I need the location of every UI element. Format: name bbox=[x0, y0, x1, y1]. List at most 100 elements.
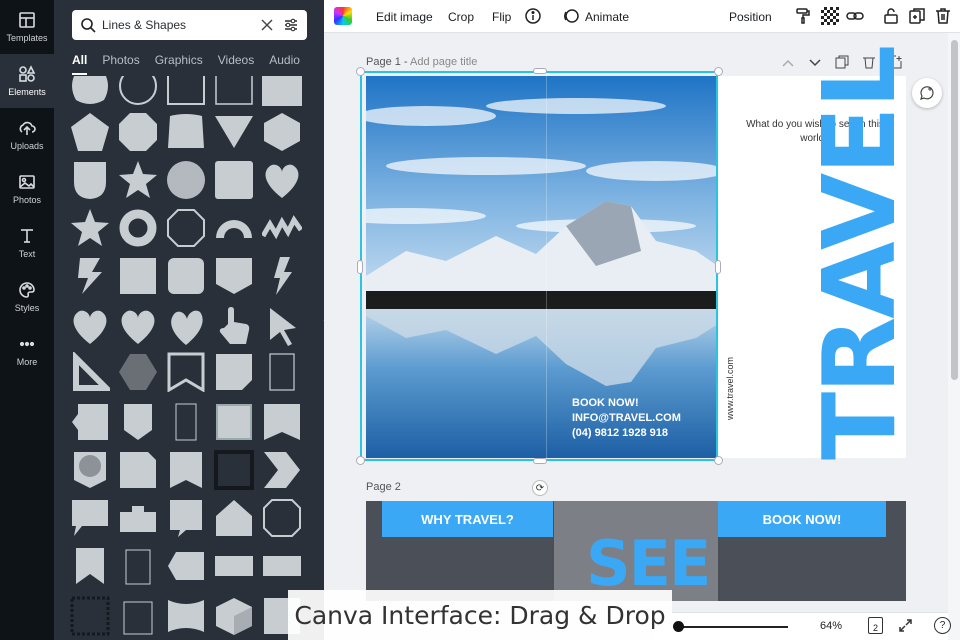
zoom-level[interactable]: 64% bbox=[820, 620, 842, 632]
fullscreen-icon[interactable] bbox=[898, 618, 913, 633]
edit-image-button[interactable]: Edit image bbox=[376, 0, 433, 33]
animate-button[interactable]: Animate bbox=[585, 0, 629, 33]
pentagon-tall-shape[interactable] bbox=[118, 402, 158, 442]
hexagon-shape[interactable] bbox=[262, 112, 302, 152]
bolt-shape[interactable] bbox=[262, 256, 302, 296]
triangle-outline-shape[interactable] bbox=[70, 350, 114, 392]
add-page-title[interactable]: Add page title bbox=[410, 56, 477, 68]
hex-dark-shape[interactable] bbox=[118, 352, 158, 392]
book-now-banner[interactable]: BOOK NOW! bbox=[718, 501, 886, 537]
lock-icon[interactable] bbox=[882, 7, 900, 25]
wavy-square-shape[interactable] bbox=[166, 256, 206, 296]
tab-videos[interactable]: Videos bbox=[218, 53, 254, 75]
rail-item-more[interactable]: More bbox=[0, 324, 54, 378]
rail-item-styles[interactable]: Styles bbox=[0, 270, 54, 324]
url-text[interactable]: www.travel.com bbox=[725, 340, 735, 420]
tag-shape[interactable] bbox=[214, 256, 254, 296]
resize-handle-bottom[interactable] bbox=[533, 458, 547, 464]
rounded-square-shape[interactable] bbox=[166, 112, 206, 152]
square-shape[interactable] bbox=[262, 76, 302, 106]
rect-outline-shape[interactable] bbox=[262, 352, 302, 392]
octagon-outline-shape[interactable] bbox=[166, 208, 206, 248]
heart-shape[interactable] bbox=[262, 160, 302, 200]
ornate-frame-shape[interactable] bbox=[214, 402, 254, 442]
note-shape[interactable] bbox=[214, 352, 254, 392]
travel-headline[interactable]: TRAVEL bbox=[801, 47, 918, 460]
speech-bubble-shape[interactable] bbox=[70, 498, 110, 538]
cursor-arrow-shape[interactable] bbox=[262, 306, 302, 346]
zoom-slider-knob[interactable] bbox=[673, 621, 684, 632]
zigzag-shape[interactable] bbox=[260, 208, 304, 248]
resize-handle-bl[interactable] bbox=[356, 456, 365, 465]
pennant-shape[interactable] bbox=[166, 450, 206, 490]
pentagon-shape[interactable] bbox=[70, 112, 110, 152]
striped-circle-shape[interactable] bbox=[166, 160, 206, 200]
scrollbar-thumb[interactable] bbox=[951, 40, 958, 380]
tab-shape[interactable] bbox=[118, 498, 158, 538]
banner-shape[interactable] bbox=[70, 402, 110, 442]
resize-handle-left[interactable] bbox=[357, 260, 363, 274]
star-shape[interactable] bbox=[118, 160, 158, 200]
paint-roller-icon[interactable] bbox=[794, 7, 812, 25]
textured-square-shape[interactable] bbox=[214, 160, 254, 200]
badge-shape[interactable] bbox=[70, 76, 110, 106]
lightning-shape[interactable] bbox=[70, 256, 110, 296]
cube-shape[interactable] bbox=[214, 596, 254, 636]
bookmark-outline-shape[interactable] bbox=[166, 352, 206, 393]
octagon-shape[interactable] bbox=[118, 112, 158, 152]
tab-graphics[interactable]: Graphics bbox=[155, 53, 203, 75]
house-shape[interactable] bbox=[214, 498, 254, 538]
tab-all[interactable]: All bbox=[72, 53, 88, 75]
resize-handle-right[interactable] bbox=[715, 260, 721, 274]
hex-circle-shape[interactable] bbox=[70, 450, 110, 490]
rotate-handle[interactable]: ⟳ bbox=[532, 480, 548, 496]
heart-2-shape[interactable] bbox=[70, 306, 110, 346]
delete-icon[interactable] bbox=[934, 7, 952, 25]
dotted-frame-shape[interactable] bbox=[70, 596, 110, 636]
shield-shape[interactable] bbox=[70, 160, 110, 200]
tab-photos[interactable]: Photos bbox=[102, 53, 139, 75]
ring-shape[interactable] bbox=[118, 208, 158, 248]
crop-button[interactable]: Crop bbox=[448, 0, 474, 33]
thin-square-shape[interactable] bbox=[118, 596, 158, 636]
rail-item-photos[interactable]: Photos bbox=[0, 162, 54, 216]
search-input[interactable]: Lines & Shapes bbox=[72, 10, 307, 40]
rail-item-text[interactable]: Text bbox=[0, 216, 54, 270]
filter-icon[interactable] bbox=[283, 17, 299, 33]
add-comment-button[interactable] bbox=[912, 78, 942, 108]
wave-banner-shape[interactable] bbox=[166, 596, 206, 636]
chevron-up-icon[interactable] bbox=[781, 57, 795, 69]
rail-item-uploads[interactable]: Uploads bbox=[0, 108, 54, 162]
wide-rect-2-shape[interactable] bbox=[262, 546, 302, 586]
thin-rect-shape[interactable] bbox=[166, 402, 206, 442]
rail-item-templates[interactable]: Templates bbox=[0, 0, 54, 54]
heart-3-shape[interactable] bbox=[118, 306, 158, 346]
position-button[interactable]: Position bbox=[729, 0, 772, 33]
info-icon[interactable] bbox=[524, 7, 542, 25]
ribbon-shape[interactable] bbox=[262, 402, 302, 442]
resize-handle-tr[interactable] bbox=[714, 67, 723, 76]
triangle-down-shape[interactable] bbox=[214, 112, 254, 152]
document-shape[interactable] bbox=[118, 450, 158, 490]
label-tag-shape[interactable] bbox=[166, 546, 206, 586]
resize-handle-tl[interactable] bbox=[356, 67, 365, 76]
rail-item-elements[interactable]: Elements bbox=[0, 54, 54, 108]
wide-rect-shape[interactable] bbox=[214, 546, 254, 586]
bookmark-shape[interactable] bbox=[70, 546, 110, 586]
zoom-slider-track[interactable] bbox=[678, 626, 788, 628]
octagon-frame-shape[interactable] bbox=[262, 498, 302, 538]
help-button[interactable]: ? bbox=[934, 617, 951, 634]
dark-frame-shape[interactable] bbox=[214, 450, 254, 490]
flip-button[interactable]: Flip bbox=[492, 0, 511, 33]
thin-frame-shape[interactable] bbox=[118, 546, 158, 586]
duplicate-icon[interactable] bbox=[908, 7, 926, 25]
transparency-icon[interactable] bbox=[821, 7, 839, 25]
star-outline-shape[interactable] bbox=[70, 208, 110, 248]
tab-audio[interactable]: Audio bbox=[269, 53, 300, 75]
circle-outline-shape[interactable] bbox=[118, 76, 158, 106]
square-outline-shape[interactable] bbox=[166, 76, 206, 106]
page-2[interactable]: WHY TRAVEL? BOOK NOW! SEE bbox=[366, 501, 906, 601]
resize-handle-br[interactable] bbox=[714, 456, 723, 465]
stamp-square-shape[interactable] bbox=[118, 256, 158, 296]
color-picker-icon[interactable] bbox=[334, 7, 352, 25]
